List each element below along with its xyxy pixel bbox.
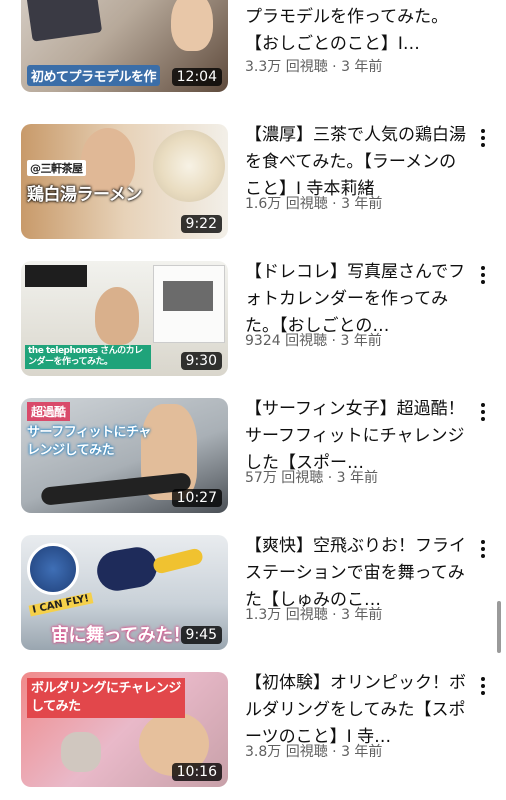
meta-separator: · xyxy=(327,470,333,486)
video-thumbnail[interactable]: ボルダリングにチャレンジしてみた 10:16 xyxy=(21,672,228,787)
more-vert-icon[interactable] xyxy=(476,0,490,1)
meta-separator: · xyxy=(332,196,337,212)
view-count: 9324 回視聴 xyxy=(245,333,328,349)
video-item[interactable]: @三軒茶屋 鶏白湯ラーメン 9:22 【濃厚】三茶で人気の鶏白湯を食べてみた。【… xyxy=(0,124,506,249)
thumbnail-caption: the telephones さんのカレンダーを作ってみた。 xyxy=(25,345,151,369)
video-thumbnail[interactable]: 超過酷 サーフフィットにチャレンジしてみた 10:27 xyxy=(21,398,228,513)
upload-age: 3 年前 xyxy=(336,470,378,486)
more-vert-icon[interactable] xyxy=(476,675,490,697)
video-item[interactable]: 超過酷 サーフフィットにチャレンジしてみた 10:27 【サーフィン女子】超過酷… xyxy=(0,398,506,523)
video-duration: 9:45 xyxy=(180,626,222,644)
video-thumbnail[interactable]: the telephones さんのカレンダーを作ってみた。 9:30 xyxy=(21,261,228,376)
video-meta: 1.6万 回視聴 · 3 年前 xyxy=(245,193,473,213)
meta-separator: · xyxy=(332,744,337,760)
upload-age: 3 年前 xyxy=(341,59,383,75)
thumbnail-caption: 宙に舞ってみた！ xyxy=(51,625,191,646)
video-thumbnail[interactable]: I CAN FLY! 宙に舞ってみた！ 9:45 xyxy=(21,535,228,650)
meta-separator: · xyxy=(331,333,336,349)
upload-age: 3 年前 xyxy=(340,333,382,349)
thumbnail-caption: 鶏白湯ラーメン xyxy=(27,185,142,205)
view-count: 3.8万 回視聴 xyxy=(245,744,328,760)
thumbnail-caption: 初めてプラモデルを作 xyxy=(27,65,161,86)
video-title[interactable]: 【初体験】オリンピック！ボルダリングをしてみた【スポーツのこと】I 寺… xyxy=(245,670,473,751)
meta-separator: · xyxy=(332,59,337,75)
video-title[interactable]: 【ドレコレ】写真屋さんでフォトカレンダーを作ってみた。【おしごとの… xyxy=(245,259,473,340)
video-item[interactable]: ボルダリングにチャレンジしてみた 10:16 【初体験】オリンピック！ボルダリン… xyxy=(0,672,506,797)
thumbnail-caption: ボルダリングにチャレンジしてみた xyxy=(27,678,185,718)
video-title[interactable]: 【サーフィン女子】超過酷！サーフフィットにチャレンジした【スポー… xyxy=(245,396,473,477)
video-item[interactable]: I CAN FLY! 宙に舞ってみた！ 9:45 【爽快】空飛ぶりお！フライステ… xyxy=(0,535,506,660)
video-title[interactable]: 【ガールガンレディ】初めてプラモデルを作ってみた。【おしごとのこと】I… xyxy=(245,0,473,58)
video-thumbnail[interactable]: @三軒茶屋 鶏白湯ラーメン 9:22 xyxy=(21,124,228,239)
video-title[interactable]: 【濃厚】三茶で人気の鶏白湯を食べてみた。【ラーメンのこと】I 寺本莉緒 xyxy=(245,122,473,203)
video-meta: 57万 回視聴 · 3 年前 xyxy=(245,467,473,487)
video-duration: 12:04 xyxy=(171,68,222,86)
video-meta: 3.3万 回視聴 · 3 年前 xyxy=(245,56,473,76)
meta-separator: · xyxy=(332,607,337,623)
more-vert-icon[interactable] xyxy=(476,264,490,286)
video-meta: 3.8万 回視聴 · 3 年前 xyxy=(245,741,473,761)
upload-age: 3 年前 xyxy=(341,196,383,212)
view-count: 1.6万 回視聴 xyxy=(245,196,328,212)
thumbnail-caption: サーフフィットにチャレンジしてみた xyxy=(27,425,151,458)
video-item[interactable]: 初めてプラモデルを作 12:04 【ガールガンレディ】初めてプラモデルを作ってみ… xyxy=(0,0,506,102)
video-meta: 9324 回視聴 · 3 年前 xyxy=(245,330,473,350)
video-thumbnail[interactable]: 初めてプラモデルを作 12:04 xyxy=(21,0,228,92)
video-item[interactable]: the telephones さんのカレンダーを作ってみた。 9:30 【ドレコ… xyxy=(0,261,506,386)
view-count: 3.3万 回視聴 xyxy=(245,59,328,75)
video-duration: 9:22 xyxy=(180,215,222,233)
scrollbar[interactable] xyxy=(497,601,501,653)
video-duration: 10:16 xyxy=(171,763,222,781)
view-count: 57万 回視聴 xyxy=(245,470,324,486)
more-vert-icon[interactable] xyxy=(476,127,490,149)
video-duration: 9:30 xyxy=(180,352,222,370)
upload-age: 3 年前 xyxy=(341,607,383,623)
view-count: 1.3万 回視聴 xyxy=(245,607,328,623)
video-meta: 1.3万 回視聴 · 3 年前 xyxy=(245,604,473,624)
video-title[interactable]: 【爽快】空飛ぶりお！フライステーションで宙を舞ってみた【しゅみのこ… xyxy=(245,533,473,614)
more-vert-icon[interactable] xyxy=(476,401,490,423)
video-duration: 10:27 xyxy=(171,489,222,507)
upload-age: 3 年前 xyxy=(341,744,383,760)
more-vert-icon[interactable] xyxy=(476,538,490,560)
